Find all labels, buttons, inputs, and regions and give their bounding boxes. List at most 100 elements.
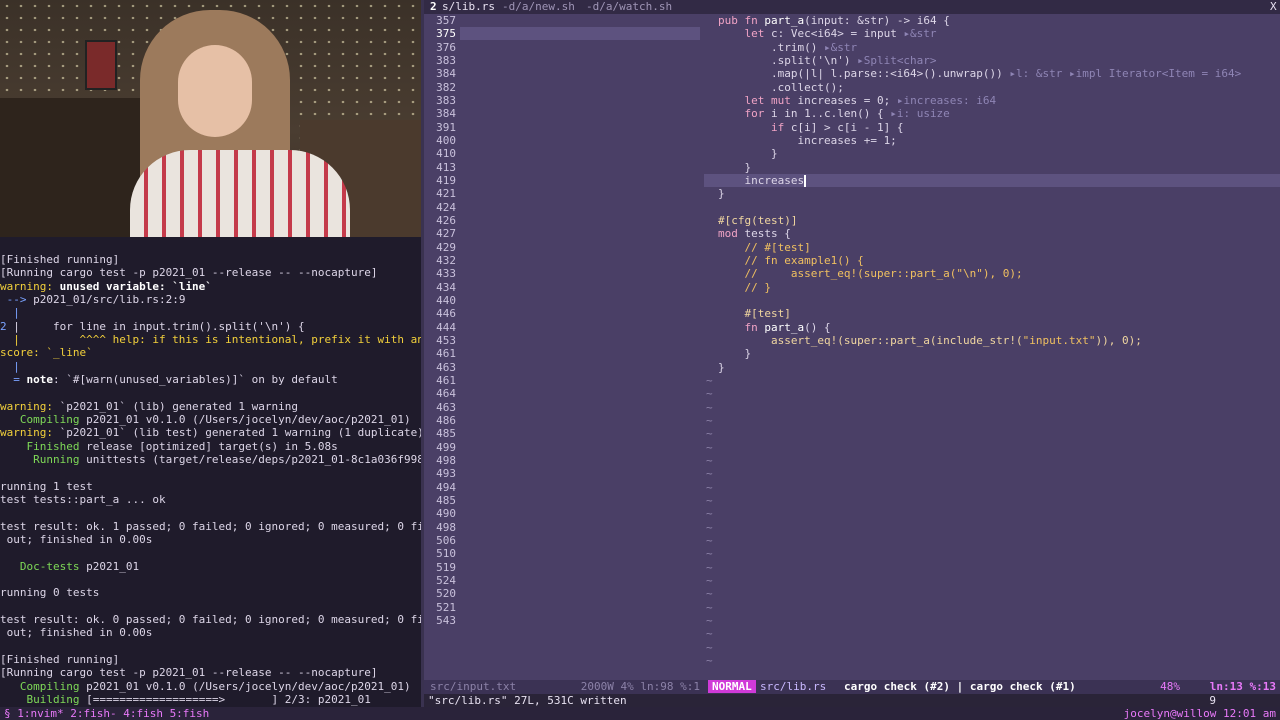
tab-index: 2 xyxy=(430,0,437,13)
line-number: 382 xyxy=(436,80,456,94)
input-txt-pane[interactable]: 357 375 376 383 384 382 383 384 391 400 410 413 419 4… xyxy=(424,14,704,680)
code-line[interactable]: if c[i] > c[i - 1] { xyxy=(718,121,903,134)
end-of-buffer-marker: ~ xyxy=(706,493,713,507)
tab-lib-rs[interactable]: s/lib.rs xyxy=(442,0,495,13)
terminal-text: p2021_01 v0.1.0 (/Users/jocelyn/dev/aoc/… xyxy=(79,679,411,693)
line-number: 424 xyxy=(436,200,456,214)
code-line[interactable]: let c: Vec<i64> = input ▸&str xyxy=(718,27,936,41)
code-line[interactable]: } xyxy=(718,361,725,374)
code-line[interactable]: increases xyxy=(718,173,807,187)
line-number: 413 xyxy=(436,160,456,174)
code-line[interactable]: assert_eq!(super::part_a(include_str!("i… xyxy=(718,334,1142,347)
tmux-windows[interactable]: § 1:nvim* 2:fish- 4:fish 5:fish xyxy=(4,707,209,720)
terminal-line: running 0 tests xyxy=(0,586,421,599)
code-token: } xyxy=(718,147,778,161)
end-of-buffer-marker: ~ xyxy=(706,467,713,481)
terminal-line: [Running cargo test -p p2021_01 --releas… xyxy=(0,266,421,279)
code-token: mod xyxy=(718,227,745,241)
terminal-line: Finished release [optimized] target(s) i… xyxy=(0,440,421,453)
terminal-text: : `#[warn(unused_variables)]` on by defa… xyxy=(53,372,338,386)
code-line[interactable]: pub fn part_a(input: &str) -> i64 { xyxy=(718,14,950,27)
command-line[interactable]: "src/lib.rs" 27L, 531C written 9 xyxy=(424,694,1280,707)
terminal-line: | xyxy=(0,360,421,373)
code-token: } xyxy=(718,160,752,174)
code-line[interactable]: .collect(); xyxy=(718,81,844,94)
end-of-buffer-marker: ~ xyxy=(706,640,713,654)
code-line[interactable]: } xyxy=(718,187,725,200)
code-token: } xyxy=(718,360,725,374)
line-number: 410 xyxy=(436,147,456,161)
code-token: increases xyxy=(718,173,805,187)
code-token: "input.txt" xyxy=(1022,333,1096,347)
code-line[interactable]: let mut increases = 0; ▸increases: i64 xyxy=(718,94,996,107)
code-line[interactable]: increases += 1; xyxy=(718,134,896,147)
code-line[interactable]: .trim() ▸&str xyxy=(718,41,857,54)
line-number: 463 xyxy=(436,360,456,374)
code-token: let mut xyxy=(718,93,798,107)
line-number: 426 xyxy=(436,213,456,227)
code-line[interactable]: } xyxy=(718,347,751,360)
code-line[interactable]: for i in 1..c.len() { ▸i: usize xyxy=(718,107,949,120)
cursorline xyxy=(460,27,700,41)
close-tab-button[interactable]: X xyxy=(1270,0,1277,13)
line-number: 524 xyxy=(436,573,456,587)
code-token: .trim() xyxy=(718,40,824,54)
line-number: 490 xyxy=(436,507,456,521)
terminal-text: running 0 tests xyxy=(0,586,100,600)
cargo-watch-terminal[interactable]: [Finished running] [Running cargo test -p… xyxy=(0,237,421,707)
terminal-text: `p2021_01` (lib) generated 1 warning xyxy=(59,399,299,413)
code-line[interactable]: } xyxy=(718,147,778,160)
tab-watch-sh[interactable]: -d/a/watch.sh xyxy=(586,0,672,13)
lib-rs-pane[interactable]: pub fn part_a(input: &str) -> i64 { let … xyxy=(704,14,1280,680)
line-number: 519 xyxy=(436,560,456,574)
code-line[interactable]: // fn example1() { xyxy=(718,254,863,267)
end-of-buffer-marker: ~ xyxy=(706,440,713,454)
code-line[interactable]: #[test] xyxy=(718,307,790,320)
code-token: () { xyxy=(804,320,831,334)
code-line[interactable]: // #[test] xyxy=(718,241,810,254)
line-number: 464 xyxy=(436,387,456,401)
code-line[interactable]: // } xyxy=(718,281,771,294)
terminal-text: | xyxy=(0,359,20,373)
code-line[interactable]: fn part_a() { xyxy=(718,320,831,334)
status-file-name: src/lib.rs xyxy=(760,680,827,693)
code-token: .split('\n') xyxy=(718,53,858,67)
terminal-line: --> p2021_01/src/lib.rs:2:9 xyxy=(0,293,421,306)
code-line[interactable]: #[cfg(test)] xyxy=(718,214,797,227)
status-cursor-position: ln:13 %:13 xyxy=(1209,680,1276,693)
terminal-text: test result: ok. 1 passed; 0 failed; 0 i… xyxy=(0,519,421,533)
tab-new-sh[interactable]: -d/a/new.sh xyxy=(502,0,575,13)
terminal-text: test tests::part_a ... ok xyxy=(0,492,166,506)
nvim-tabline: 2 s/lib.rs -d/a/new.sh -d/a/watch.sh X xyxy=(424,0,1280,14)
input-pane-statusline: src/input.txt 2000W 4% ln:98 %:1 xyxy=(424,680,704,694)
lib-pane-statusline: NORMAL src/lib.rs cargo check (#2) | car… xyxy=(704,680,1280,694)
terminal-line: Doc-tests p2021_01 xyxy=(0,560,421,573)
code-token: if xyxy=(718,120,791,134)
line-number: 494 xyxy=(436,480,456,494)
terminal-line: out; finished in 0.00s xyxy=(0,626,421,639)
terminal-line: warning: `p2021_01` (lib) generated 1 wa… xyxy=(0,400,421,413)
terminal-text: | ^^^^ help: if this is intentional, pre… xyxy=(0,332,421,346)
code-token: part_a xyxy=(764,14,805,27)
code-token: c: Vec<i64> = input xyxy=(770,27,904,41)
code-line[interactable]: } xyxy=(718,161,751,174)
code-token: fn xyxy=(744,14,765,27)
cmdline-message: "src/lib.rs" 27L, 531C written xyxy=(428,694,627,707)
line-number: 543 xyxy=(436,613,456,627)
code-line[interactable]: .split('\n') ▸Split<char> xyxy=(718,54,937,67)
person-sweater xyxy=(130,150,350,237)
code-line[interactable]: .map(|l| l.parse::<i64>().unwrap()) ▸l: … xyxy=(718,67,1241,80)
line-number: 434 xyxy=(436,280,456,294)
terminal-line: running 1 test xyxy=(0,480,421,493)
terminal-text: [===================> ] 2/3: p2021_01 xyxy=(79,692,371,706)
terminal-text: = xyxy=(0,372,27,386)
code-line[interactable]: // assert_eq!(super::part_a("\n"), 0); xyxy=(718,267,1022,280)
tmux-host-clock: jocelyn@willow 12:01 am xyxy=(1123,707,1276,720)
terminal-line: warning: `p2021_01` (lib test) generated… xyxy=(0,426,421,439)
code-token: // } xyxy=(718,280,771,294)
code-line[interactable]: mod tests { xyxy=(718,227,791,240)
line-number: 510 xyxy=(436,547,456,561)
terminal-text: [Finished running] xyxy=(0,652,120,666)
code-token: (input: &str) -> i64 { xyxy=(804,14,950,27)
